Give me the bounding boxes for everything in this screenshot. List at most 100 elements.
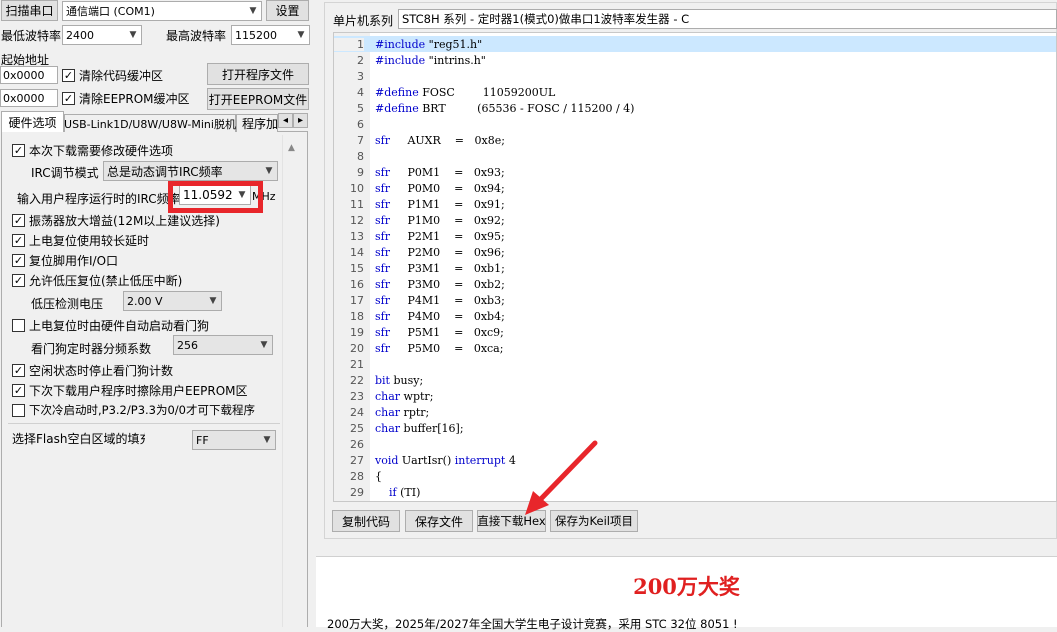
code-line: 28 { [334,468,1056,484]
osc-gain-label: 振荡器放大增益(12M以上建议选择) [29,214,220,228]
watchdog-auto-checkbox[interactable]: 上电复位时由硬件自动启动看门狗 [12,317,209,334]
clear-code-buffer-label: 清除代码缓冲区 [79,69,164,83]
chevron-down-icon: ▼ [209,296,217,306]
cold-boot-checkbox[interactable]: 下次冷启动时,P3.2/P3.3为0/0才可下载程序 [12,402,255,418]
checkbox-check-icon: ✓ [12,144,25,157]
news-body: 200万大奖，2025年/2027年全国大学生电子设计竞赛，采用 STC 32位… [327,617,738,631]
low-voltage-select[interactable]: 2.00 V ▼ [123,291,222,311]
erase-eeprom-label: 下次下载用户程序时擦除用户EEPROM区 [29,384,248,398]
line-number: 13 [350,229,364,243]
power-reset-delay-checkbox[interactable]: ✓ 上电复位使用较长延时 [12,232,149,249]
copy-code-button[interactable]: 复制代码 [332,510,400,532]
series-value: STC8H 系列 - 定时器1(模式0)做串口1波特率发生器 - C [402,12,690,26]
line-number: 6 [357,117,364,131]
code-line: 19 sfr P5M1 = 0xc9; [334,324,1056,340]
erase-eeprom-checkbox[interactable]: ✓ 下次下载用户程序时擦除用户EEPROM区 [12,382,248,399]
code-text: char wptr; [375,389,434,403]
watchdog-div-select[interactable]: 256 ▼ [173,335,273,355]
code-line: 6 [334,116,1056,132]
cold-boot-label: 下次冷启动时,P3.2/P3.3为0/0才可下载程序 [29,403,255,417]
port-value: 通信端口 (COM1) [66,5,155,18]
code-text: sfr P0M0 = 0x94; [375,181,505,195]
line-number: 3 [357,69,364,83]
line-number: 16 [350,277,364,291]
max-baud-label: 最高波特率 [166,29,227,43]
tab-usb-link-offline[interactable]: USB-Link1D/U8W/U8W-Mini脱机 [64,114,236,132]
scroll-up-icon[interactable]: ▲ [288,143,295,153]
code-text: sfr P2M0 = 0x96; [375,245,505,259]
code-text: bit busy; [375,373,424,387]
line-number: 4 [357,85,364,99]
tab-scroll-left-icon[interactable]: ◂ [278,113,293,128]
tab-label: 硬件选项 [8,115,57,130]
reset-pin-io-checkbox[interactable]: ✓ 复位脚用作I/O口 [12,252,118,269]
code-text: { [375,469,382,483]
line-number: 26 [350,437,364,451]
code-line: 23 char wptr; [334,388,1056,404]
line-number: 14 [350,245,364,259]
clear-eeprom-buffer-checkbox[interactable]: ✓ 清除EEPROM缓冲区 [62,90,190,107]
tab-program-encrypt[interactable]: 程序加 [236,114,278,132]
code-address-input[interactable]: 0x0000 [0,66,58,84]
clear-code-buffer-checkbox[interactable]: ✓ 清除代码缓冲区 [62,67,163,84]
code-text: sfr P1M0 = 0x92; [375,213,505,227]
code-text: sfr P1M1 = 0x91; [375,197,505,211]
checkbox-check-icon: ✓ [12,234,25,247]
options-scrollbar[interactable]: ▲ [282,135,305,627]
line-number: 25 [350,421,364,435]
series-select[interactable]: STC8H 系列 - 定时器1(模式0)做串口1波特率发生器 - C [398,9,1057,29]
code-text: char buffer[16]; [375,421,464,435]
watchdog-auto-label: 上电复位时由硬件自动启动看门狗 [29,319,210,333]
open-program-file-button[interactable]: 打开程序文件 [207,63,309,85]
code-text: #define BRT (65536 - FOSC / 115200 / 4) [375,101,635,115]
min-baud-select[interactable]: 2400 ▼ [62,25,142,45]
code-text: #include "reg51.h" [375,37,483,51]
checkbox-check-icon: ✓ [12,364,25,377]
port-select[interactable]: 通信端口 (COM1) ▼ [62,1,262,21]
low-voltage-reset-label: 允许低压复位(禁止低压中断) [29,274,183,288]
code-text: sfr P2M1 = 0x95; [375,229,505,243]
irc-frequency-label: 输入用户程序运行时的IRC频率 [17,192,181,206]
code-text: #include "intrins.h" [375,53,486,67]
code-editor[interactable]: 1 #include "reg51.h" 2 #include "intrins.h"… [333,32,1057,502]
tab-hardware-options[interactable]: 硬件选项 [1,111,64,132]
osc-gain-checkbox[interactable]: ✓ 振荡器放大增益(12M以上建议选择) [12,212,220,229]
line-number: 5 [357,101,364,115]
line-number: 12 [350,213,364,227]
irc-mode-value: 总是动态调节IRC频率 [107,164,223,179]
tab-scroll-right-icon[interactable]: ▸ [293,113,308,128]
flash-fill-select[interactable]: FF ▼ [192,430,276,450]
line-number: 21 [350,357,364,371]
settings-button[interactable]: 设置 [266,0,309,21]
flash-fill-value: FF [196,433,209,447]
idle-stop-watchdog-checkbox[interactable]: ✓ 空闲状态时停止看门狗计数 [12,362,173,379]
irc-mode-label: IRC调节模式 [31,166,99,180]
code-text: sfr P5M0 = 0xca; [375,341,504,355]
code-text: char rptr; [375,405,430,419]
max-baud-select[interactable]: 115200 ▼ [231,25,310,45]
line-number: 10 [350,181,364,195]
chevron-down-icon: ▼ [263,435,271,445]
code-text: void UartIsr() interrupt 4 [375,453,516,467]
scan-port-button[interactable]: 扫描串口 [1,0,58,21]
code-line: 15 sfr P3M1 = 0xb1; [334,260,1056,276]
series-label: 单片机系列 [333,14,394,28]
low-voltage-reset-checkbox[interactable]: ✓ 允许低压复位(禁止低压中断) [12,272,182,289]
eeprom-address-input[interactable]: 0x0000 [0,89,58,107]
line-number: 19 [350,325,364,339]
code-line: 16 sfr P3M0 = 0xb2; [334,276,1056,292]
checkbox-check-icon: ✓ [12,384,25,397]
line-number: 11 [350,197,364,211]
line-number: 24 [350,405,364,419]
save-file-button[interactable]: 保存文件 [405,510,473,532]
open-eeprom-file-button[interactable]: 打开EEPROM文件 [207,88,309,110]
code-line: 20 sfr P5M0 = 0xca; [334,340,1056,356]
line-number: 22 [350,373,364,387]
line-number: 20 [350,341,364,355]
line-number: 8 [357,149,364,163]
code-line: 21 [334,356,1056,372]
modify-hardware-checkbox[interactable]: ✓ 本次下载需要修改硬件选项 [12,142,173,159]
checkbox-check-icon: ✓ [62,69,75,82]
code-line: 7 sfr AUXR = 0x8e; [334,132,1056,148]
irc-mode-select[interactable]: 总是动态调节IRC频率 ▼ [103,161,278,181]
